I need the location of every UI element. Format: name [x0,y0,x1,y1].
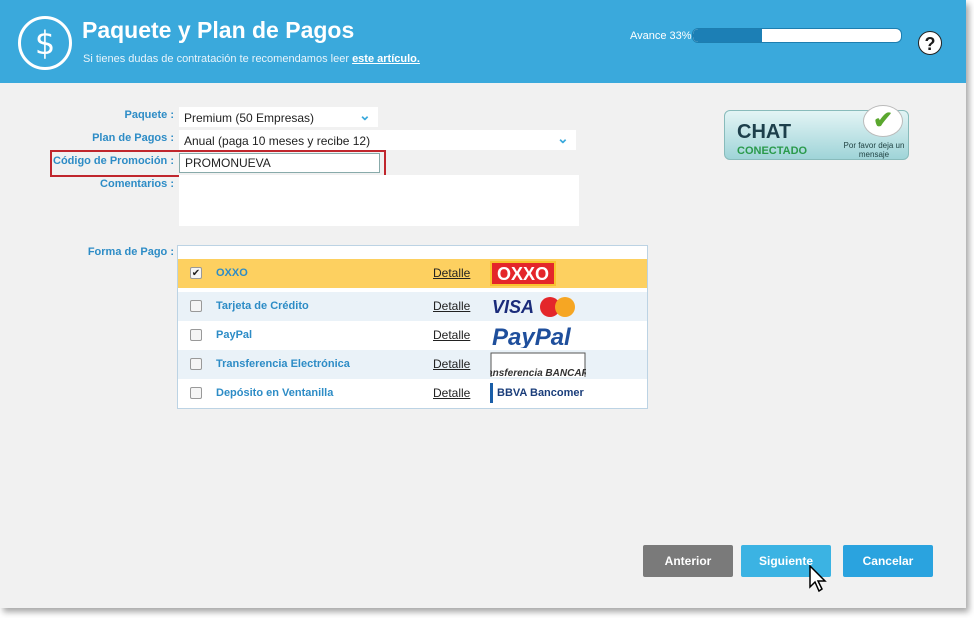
bbva-logo-text: BBVA Bancomer [497,387,585,399]
header-bar: $ Paquete y Plan de Pagos Si tienes duda… [0,0,966,83]
payment-name: Depósito en Ventanilla [216,387,334,399]
mouse-cursor-icon [809,565,827,593]
comentarios-textarea[interactable] [179,175,579,226]
comentarios-label: Comentarios : [100,178,174,190]
payment-name: PayPal [216,329,253,341]
detail-link[interactable]: Detalle [433,266,470,280]
checkmark-icon: ✔ [863,105,903,137]
visa-mastercard-logo-icon: VISA [492,297,575,317]
article-link[interactable]: este artículo. [352,53,420,65]
oxxo-logo-icon: OXXO [490,261,556,286]
chevron-down-icon[interactable]: ⌄ [557,130,569,147]
oxxo-logo-text: OXXO [497,264,549,284]
payment-row-tarjeta[interactable]: Tarjeta de Crédito Detalle VISA [178,292,647,321]
promo-code-input[interactable] [179,153,380,173]
bbva-bancomer-logo-icon: BBVA Bancomer [490,383,585,403]
paypal-logo-text: PayPal [492,324,572,348]
checkbox[interactable] [190,358,202,370]
chat-status: CONECTADO [737,145,808,157]
plan-value: Anual (paga 10 meses y recibe 12) [184,134,371,148]
payment-name: OXXO [216,267,248,279]
dollar-icon: $ [18,16,72,70]
checkbox[interactable] [190,300,202,312]
payment-row-paypal[interactable]: PayPal Detalle PayPal [178,321,647,350]
paquete-select[interactable]: Premium (50 Empresas) [179,107,378,127]
detail-link[interactable]: Detalle [433,299,470,313]
payment-row-oxxo[interactable]: ✔ OXXO Detalle OXXO [178,259,647,288]
progress-label: Avance 33% [630,30,692,42]
chevron-down-icon[interactable]: ⌄ [359,107,371,124]
paquete-value: Premium (50 Empresas) [184,111,315,125]
paquete-label: Paquete : [124,109,174,121]
promo-label: Código de Promoción : [53,155,174,167]
anterior-button[interactable]: Anterior [643,545,733,577]
progress-bar [692,28,902,43]
detail-link[interactable]: Detalle [433,328,470,342]
help-icon[interactable]: ? [918,31,942,55]
plan-select[interactable]: Anual (paga 10 meses y recibe 12) [179,130,576,150]
detail-link[interactable]: Detalle [433,357,470,371]
checkbox-checked[interactable]: ✔ [190,267,202,279]
transferencia-logo-text: Transferencia BANCARIA [490,368,586,377]
checkbox[interactable] [190,387,202,399]
payment-name: Tarjeta de Crédito [216,300,309,312]
chat-widget[interactable]: CHAT CONECTADO Por favor deja un mensaje… [724,105,909,160]
checkbox[interactable] [190,329,202,341]
progress-fill [693,29,762,42]
transferencia-bancaria-logo-icon: Transferencia BANCARIA [490,352,586,377]
payment-name: Transferencia Electrónica [216,358,350,370]
chat-note: Por favor deja un mensaje [843,141,905,159]
cancelar-button[interactable]: Cancelar [843,545,933,577]
chat-title: CHAT [737,121,792,143]
payment-row-deposito[interactable]: Depósito en Ventanilla Detalle BBVA Banc… [178,379,647,408]
subtitle-text: Si tienes dudas de contratación te recom… [83,53,349,65]
forma-pago-label: Forma de Pago : [87,246,174,258]
detail-link[interactable]: Detalle [433,386,470,400]
visa-logo-text: VISA [492,297,534,317]
payment-row-transferencia[interactable]: Transferencia Electrónica Detalle Transf… [178,350,647,379]
paypal-logo-icon: PayPal [492,324,572,348]
dialog-window: $ Paquete y Plan de Pagos Si tienes duda… [0,0,966,608]
payment-method-list: ✔ OXXO Detalle OXXO Tarjeta de Crédito D… [177,245,648,409]
header-subtitle: Si tienes dudas de contratación te recom… [83,53,420,65]
page-title: Paquete y Plan de Pagos [82,17,355,43]
plan-label: Plan de Pagos : [92,132,174,144]
